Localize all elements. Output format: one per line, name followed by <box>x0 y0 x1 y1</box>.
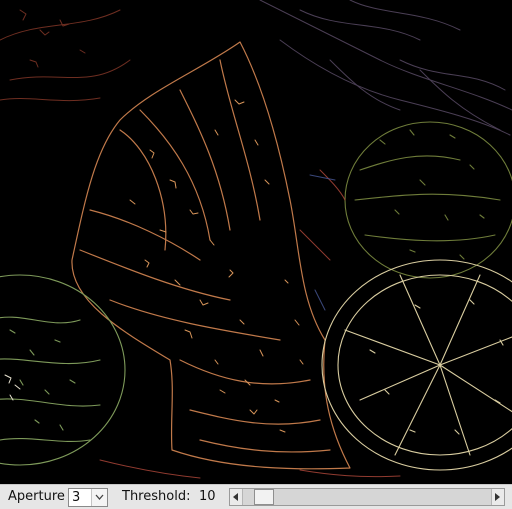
threshold-value: 10 <box>199 489 216 504</box>
slider-thumb[interactable] <box>254 489 274 505</box>
slider-right-arrow-icon[interactable] <box>491 489 504 505</box>
control-bar: Aperture 3 Threshold: 10 <box>0 484 512 509</box>
slider-left-arrow-icon[interactable] <box>230 489 243 505</box>
aperture-value: 3 <box>72 490 81 505</box>
slider-track[interactable] <box>243 489 491 505</box>
aperture-label: Aperture <box>8 489 65 504</box>
edge-image-canvas <box>0 0 512 484</box>
threshold-label: Threshold: <box>122 489 191 504</box>
aperture-select[interactable]: 3 <box>68 488 108 507</box>
chevron-down-icon[interactable] <box>91 489 107 506</box>
threshold-slider[interactable] <box>229 488 505 506</box>
